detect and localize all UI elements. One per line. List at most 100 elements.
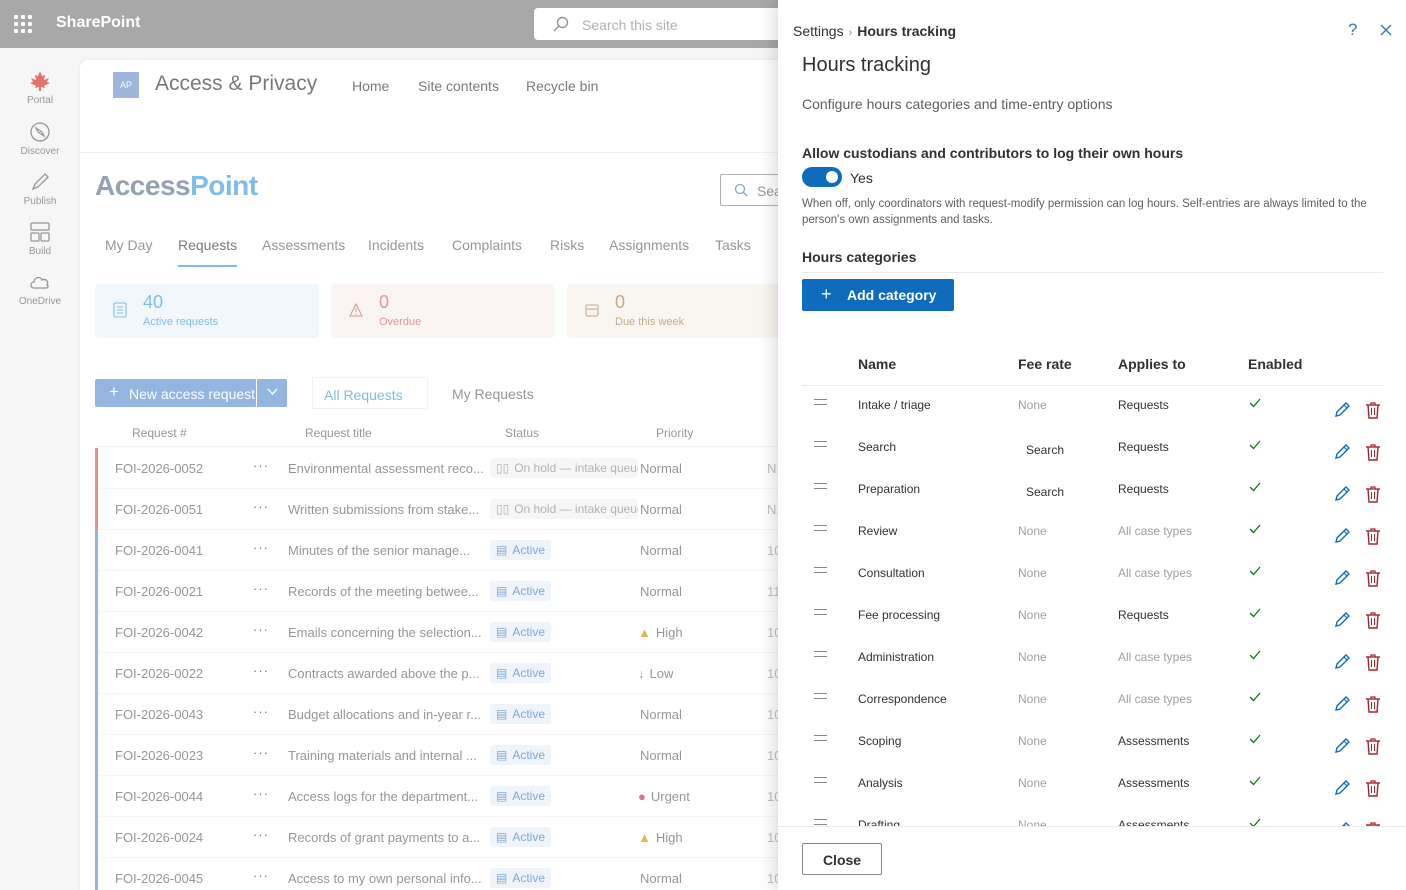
category-name: Search xyxy=(858,440,897,454)
delete-icon[interactable] xyxy=(1365,653,1381,671)
category-name: Scoping xyxy=(858,734,902,748)
delete-icon[interactable] xyxy=(1365,737,1381,755)
add-category-button[interactable]: + Add category xyxy=(802,279,954,311)
category-row[interactable]: Preparation Search Requests xyxy=(802,471,1383,513)
edit-icon[interactable] xyxy=(1333,653,1351,671)
panel-footer: Close xyxy=(778,826,1406,890)
edit-icon[interactable] xyxy=(1333,737,1351,755)
category-name: Analysis xyxy=(858,776,903,790)
delete-icon[interactable] xyxy=(1365,443,1381,461)
self-log-toggle[interactable] xyxy=(802,167,842,187)
category-applies-to: Assessments xyxy=(1118,776,1190,790)
category-name: Administration xyxy=(858,650,935,664)
edit-icon[interactable] xyxy=(1333,611,1351,629)
edit-icon[interactable] xyxy=(1333,527,1351,545)
col-fee-rate: Fee rate xyxy=(1018,356,1072,372)
drag-handle-icon[interactable] xyxy=(814,777,827,783)
edit-icon[interactable] xyxy=(1333,485,1351,503)
edit-icon[interactable] xyxy=(1333,695,1351,713)
drag-handle-icon[interactable] xyxy=(814,483,827,489)
category-row[interactable]: Consultation None All case types xyxy=(802,555,1383,597)
category-applies-to: All case types xyxy=(1118,566,1193,580)
categories-table: Name Fee rate Applies to Enabled Intake … xyxy=(802,340,1383,826)
self-log-help: When off, only coordinators with request… xyxy=(802,198,1367,226)
categories-header: Name Fee rate Applies to Enabled xyxy=(802,340,1383,386)
category-applies-to: Requests xyxy=(1118,482,1169,496)
drag-handle-icon[interactable] xyxy=(814,651,827,657)
category-fee-rate: None xyxy=(1018,608,1047,622)
check-icon xyxy=(1249,776,1261,786)
toggle-thumb xyxy=(826,171,838,183)
delete-icon[interactable] xyxy=(1365,485,1381,503)
self-log-label: Allow custodians and contributors to log… xyxy=(802,145,1184,161)
category-applies-to: All case types xyxy=(1118,524,1193,538)
delete-icon[interactable] xyxy=(1365,527,1381,545)
category-row[interactable]: Scoping None Assessments xyxy=(802,723,1383,765)
drag-handle-icon[interactable] xyxy=(814,525,827,531)
category-row[interactable]: Correspondence None All case types xyxy=(802,681,1383,723)
check-icon xyxy=(1249,692,1261,702)
category-row[interactable]: Intake / triage None Requests xyxy=(802,387,1383,429)
col-applies-to: Applies to xyxy=(1118,356,1186,372)
category-fee-rate: None xyxy=(1018,524,1047,538)
col-enabled: Enabled xyxy=(1248,356,1303,372)
category-name: Drafting xyxy=(858,818,901,826)
category-applies-to: All case types xyxy=(1118,650,1193,664)
category-applies-to: Assessments xyxy=(1118,818,1190,826)
help-icon[interactable]: ? xyxy=(1348,20,1357,40)
drag-handle-icon[interactable] xyxy=(814,609,827,615)
category-fee-rate: Search xyxy=(1026,443,1065,457)
drag-handle-icon[interactable] xyxy=(814,819,827,825)
delete-icon[interactable] xyxy=(1365,401,1381,419)
drag-handle-icon[interactable] xyxy=(814,735,827,741)
check-icon xyxy=(1249,650,1261,660)
edit-icon[interactable] xyxy=(1333,779,1351,797)
category-row[interactable]: Review None All case types xyxy=(802,513,1383,555)
delete-icon[interactable] xyxy=(1365,695,1381,713)
category-applies-to: Requests xyxy=(1118,440,1169,454)
check-icon xyxy=(1249,818,1261,826)
panel-overlay[interactable] xyxy=(0,0,778,890)
category-fee-rate: None xyxy=(1018,818,1047,826)
edit-icon[interactable] xyxy=(1333,443,1351,461)
category-name: Consultation xyxy=(858,566,925,580)
delete-icon[interactable] xyxy=(1365,779,1381,797)
edit-icon[interactable] xyxy=(1333,569,1351,587)
category-fee-rate: None xyxy=(1018,650,1047,664)
panel-description: Configure hours categories and time-entr… xyxy=(802,96,1113,112)
category-name: Intake / triage xyxy=(858,398,931,412)
category-fee-rate: None xyxy=(1018,734,1047,748)
drag-handle-icon[interactable] xyxy=(814,567,827,573)
category-row[interactable]: Search Search Requests xyxy=(802,429,1383,471)
category-name: Fee processing xyxy=(858,608,941,622)
close-icon[interactable] xyxy=(1378,22,1394,38)
close-button[interactable]: Close xyxy=(802,843,882,875)
category-name: Preparation xyxy=(858,482,921,496)
category-row[interactable]: Drafting None Assessments xyxy=(802,807,1383,826)
category-applies-to: Requests xyxy=(1118,398,1169,412)
category-row[interactable]: Analysis None Assessments xyxy=(802,765,1383,807)
category-row[interactable]: Fee processing None Requests xyxy=(802,597,1383,639)
category-row[interactable]: Administration None All case types xyxy=(802,639,1383,681)
drag-handle-icon[interactable] xyxy=(814,399,827,405)
category-fee-rate: Search xyxy=(1026,485,1065,499)
check-icon xyxy=(1249,440,1261,450)
check-icon xyxy=(1249,566,1261,576)
category-fee-rate: None xyxy=(1018,776,1047,790)
check-icon xyxy=(1249,524,1261,534)
check-icon xyxy=(1249,734,1261,744)
breadcrumb-settings[interactable]: Settings xyxy=(793,23,844,39)
panel-title: Hours tracking xyxy=(802,54,931,76)
col-name: Name xyxy=(858,356,897,372)
add-category-label: Add category xyxy=(847,287,937,303)
drag-handle-icon[interactable] xyxy=(814,693,827,699)
edit-icon[interactable] xyxy=(1333,401,1351,419)
chevron-right-icon: › xyxy=(848,27,853,39)
delete-icon[interactable] xyxy=(1365,611,1381,629)
check-icon xyxy=(1249,398,1261,408)
category-fee-rate: None xyxy=(1018,692,1047,706)
category-applies-to: Assessments xyxy=(1118,734,1190,748)
self-log-value: Yes xyxy=(850,170,873,186)
drag-handle-icon[interactable] xyxy=(814,441,827,447)
delete-icon[interactable] xyxy=(1365,569,1381,587)
